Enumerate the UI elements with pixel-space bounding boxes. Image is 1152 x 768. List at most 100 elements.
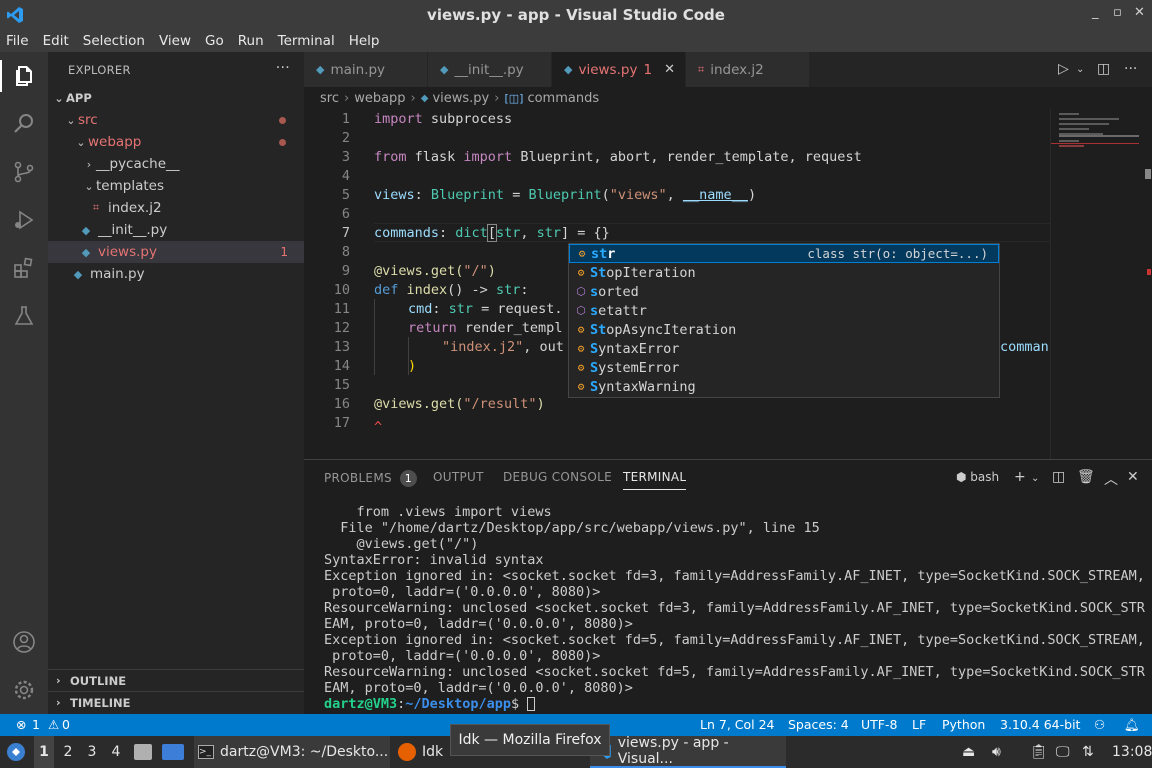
suggestion-item[interactable]: ⚙ St opAsyncIteration bbox=[569, 320, 999, 339]
source-control-icon[interactable] bbox=[12, 160, 36, 184]
line-number: 5 bbox=[341, 187, 350, 203]
end-of-line[interactable]: LF bbox=[912, 717, 926, 732]
close-panel-icon[interactable]: ✕ bbox=[1127, 469, 1139, 485]
timeline-section[interactable]: › TIMELINE bbox=[48, 691, 304, 713]
close-tab-icon[interactable]: ✕ bbox=[664, 62, 675, 77]
clock[interactable]: 13:08 bbox=[1112, 736, 1152, 768]
line-number: 6 bbox=[341, 206, 350, 222]
workspace-root[interactable]: ⌄ APP bbox=[48, 87, 304, 109]
suggestion-item[interactable]: ⚙ SyntaxWarning bbox=[569, 377, 999, 396]
outline-section[interactable]: › OUTLINE bbox=[48, 669, 304, 691]
tab-label: views.py bbox=[578, 61, 638, 78]
split-editor-icon[interactable]: ◫ bbox=[1097, 61, 1110, 77]
settings-gear-icon[interactable] bbox=[12, 678, 36, 702]
tab-terminal[interactable]: TERMINAL bbox=[623, 470, 687, 490]
autocomplete-suggestions[interactable]: ⚙ st r class str(o: object=...) ⚙ St opIte… bbox=[568, 243, 1000, 398]
tree-folder-webapp[interactable]: ⌄ webapp bbox=[48, 131, 304, 153]
run-file-icon[interactable]: ▷ bbox=[1058, 61, 1069, 77]
breadcrumb-item[interactable]: commands bbox=[527, 91, 599, 106]
minimap[interactable] bbox=[1050, 109, 1152, 459]
explorer-icon[interactable] bbox=[12, 64, 36, 88]
tab-output[interactable]: OUTPUT bbox=[433, 470, 484, 484]
split-terminal-icon[interactable]: ◫ bbox=[1052, 469, 1065, 485]
encoding[interactable]: UTF-8 bbox=[861, 717, 897, 732]
accounts-icon[interactable] bbox=[12, 630, 36, 654]
terminal-prompt[interactable]: dartz@VM3:~/Desktop/app$ bbox=[324, 696, 536, 712]
warning-count[interactable]: 0 bbox=[62, 717, 70, 732]
indentation[interactable]: Spaces: 4 bbox=[788, 717, 849, 732]
network-icon[interactable]: ⇅ bbox=[1082, 736, 1094, 768]
testing-flask-icon[interactable] bbox=[12, 304, 36, 328]
workspace-3[interactable]: 3 bbox=[84, 736, 100, 768]
chevron-down-icon[interactable]: ⌄ bbox=[1031, 473, 1039, 484]
run-debug-icon[interactable] bbox=[12, 208, 36, 232]
clipboard-icon[interactable]: 📋︎ bbox=[1030, 736, 1048, 768]
menu-go[interactable]: Go bbox=[205, 33, 224, 49]
terminal-shell-selector[interactable]: ⬢ bash bbox=[956, 470, 999, 484]
tree-file-views-py[interactable]: ◆ views.py 1 bbox=[48, 241, 304, 263]
maximize-button[interactable]: ▫ bbox=[1113, 5, 1122, 20]
error-count[interactable]: 1 bbox=[32, 717, 40, 732]
extensions-icon[interactable] bbox=[12, 256, 36, 280]
error-icon[interactable]: ⊗ bbox=[16, 717, 26, 732]
python-file-icon: ◆ bbox=[73, 267, 83, 281]
tree-file-main-py[interactable]: ◆ main.py bbox=[48, 263, 304, 285]
menu-terminal[interactable]: Terminal bbox=[278, 33, 335, 49]
workspace-2[interactable]: 2 bbox=[60, 736, 76, 768]
tab-views-py[interactable]: ◆ views.py 1 ✕ bbox=[552, 52, 686, 87]
tab-index-j2[interactable]: ⌗ index.j2 bbox=[686, 52, 810, 87]
tab-init-py[interactable]: ◆ __init__.py bbox=[428, 52, 552, 87]
line-number: 12 bbox=[333, 320, 350, 336]
tree-folder-pycache[interactable]: › __pycache__ bbox=[48, 153, 304, 175]
run-dropdown-icon[interactable]: ⌄ bbox=[1076, 64, 1084, 75]
menu-view[interactable]: View bbox=[159, 33, 191, 49]
suggestion-item[interactable]: ⚙ SyntaxError bbox=[569, 339, 999, 358]
suggestion-item[interactable]: ⚙ st r class str(o: object=...) bbox=[569, 244, 999, 263]
more-actions-icon[interactable]: ··· bbox=[1124, 61, 1137, 77]
new-terminal-icon[interactable]: + bbox=[1014, 469, 1026, 485]
menu-edit[interactable]: Edit bbox=[43, 33, 69, 49]
more-actions-icon[interactable]: ··· bbox=[276, 60, 290, 76]
task-vscode[interactable]: views.py - app - Visual... bbox=[590, 735, 786, 768]
tree-folder-src[interactable]: ⌄ src bbox=[48, 109, 304, 131]
tab-problems[interactable]: PROBLEMS 1 bbox=[324, 470, 417, 487]
start-menu-icon[interactable] bbox=[6, 736, 26, 768]
volume-icon[interactable]: 🔊︎ bbox=[992, 736, 1001, 768]
tab-debug-console[interactable]: DEBUG CONSOLE bbox=[503, 470, 612, 484]
minimize-button[interactable]: _ bbox=[1092, 5, 1099, 20]
tree-file-index-j2[interactable]: ⌗ index.j2 bbox=[48, 197, 304, 219]
trash-icon[interactable]: 🗑 bbox=[1077, 469, 1095, 485]
file-manager-icon[interactable] bbox=[134, 736, 152, 768]
suggestion-item[interactable]: ⬡ s etattr bbox=[569, 301, 999, 320]
tree-file-init-py[interactable]: ◆ __init__.py bbox=[48, 219, 304, 241]
maximize-panel-icon[interactable]: ︿ bbox=[1104, 469, 1118, 489]
tray-eject-icon[interactable]: ⏏ bbox=[962, 736, 975, 768]
breadcrumb-item[interactable]: src bbox=[320, 91, 339, 106]
menu-file[interactable]: File bbox=[6, 33, 29, 49]
tree-label: webapp bbox=[88, 134, 142, 150]
menu-selection[interactable]: Selection bbox=[83, 33, 145, 49]
feedback-icon[interactable]: ⚇ bbox=[1094, 717, 1105, 732]
suggestion-item[interactable]: ⬡ s orted bbox=[569, 282, 999, 301]
workspace-1[interactable]: 1 bbox=[34, 736, 54, 768]
suggestion-item[interactable]: ⚙ SystemError bbox=[569, 358, 999, 377]
python-interpreter[interactable]: 3.10.4 64-bit bbox=[1000, 717, 1080, 732]
breadcrumb-item[interactable]: webapp bbox=[354, 91, 405, 106]
breadcrumb-item[interactable]: views.py bbox=[432, 91, 489, 106]
menu-run[interactable]: Run bbox=[238, 33, 264, 49]
show-desktop-icon[interactable] bbox=[162, 736, 184, 768]
problem-count-badge: 1 bbox=[280, 245, 288, 259]
display-icon[interactable]: 🖵 bbox=[1056, 736, 1070, 768]
search-icon[interactable] bbox=[12, 112, 36, 136]
language-mode[interactable]: Python bbox=[942, 717, 985, 732]
warning-icon[interactable]: ⚠ bbox=[48, 717, 59, 732]
task-terminal[interactable]: >_ dartz@VM3: ~/Deskto... bbox=[194, 736, 390, 768]
menu-help[interactable]: Help bbox=[349, 33, 380, 49]
cursor-position[interactable]: Ln 7, Col 24 bbox=[700, 717, 775, 732]
suggestion-item[interactable]: ⚙ St opIteration bbox=[569, 263, 999, 282]
notifications-bell-icon[interactable]: 🔔︎ bbox=[1124, 717, 1140, 733]
tree-folder-templates[interactable]: ⌄ templates bbox=[48, 175, 304, 197]
workspace-4[interactable]: 4 bbox=[108, 736, 124, 768]
tab-main-py[interactable]: ◆ main.py bbox=[304, 52, 428, 87]
close-window-button[interactable]: ✕ bbox=[1134, 5, 1145, 20]
